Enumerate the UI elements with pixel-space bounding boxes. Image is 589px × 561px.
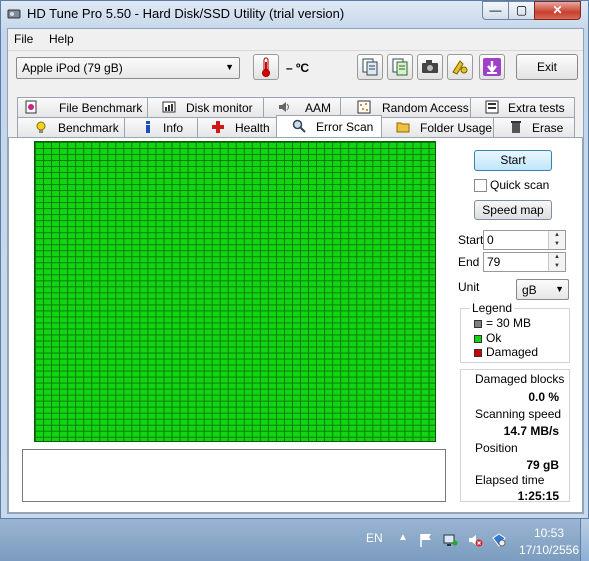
copy-text-button[interactable]: [387, 54, 413, 80]
update-icon[interactable]: [491, 532, 507, 548]
tab-extra-tests[interactable]: Extra tests: [470, 97, 575, 117]
health-cross-icon: [212, 121, 224, 133]
lightbulb-icon: [36, 121, 46, 133]
title-bar[interactable]: HD Tune Pro 5.50 - Hard Disk/SSD Utility…: [1, 1, 589, 27]
tab-health[interactable]: Health: [197, 117, 277, 137]
random-access-icon: [357, 100, 371, 114]
legend-swatch-ok: [474, 335, 482, 343]
legend-item-ok: Ok: [486, 331, 502, 345]
language-indicator[interactable]: EN: [366, 531, 383, 545]
quick-scan-label: Quick scan: [490, 178, 550, 192]
chevron-down-icon: ▼: [225, 62, 234, 72]
maximize-button[interactable]: ▢: [508, 1, 535, 20]
temperature-button[interactable]: [253, 54, 279, 80]
damaged-blocks-label: Damaged blocks: [475, 372, 565, 386]
tab-disk-monitor[interactable]: Disk monitor: [147, 97, 264, 117]
elapsed-time-label: Elapsed time: [475, 473, 545, 487]
tab-erase[interactable]: Erase: [493, 117, 575, 137]
clock-date[interactable]: 17/10/2556: [514, 543, 584, 557]
folder-icon: [396, 122, 410, 133]
scanning-speed-label: Scanning speed: [475, 407, 562, 421]
start-button[interactable]: Start: [474, 150, 552, 171]
network-icon[interactable]: [442, 532, 458, 548]
legend-swatch-block: [474, 320, 482, 328]
stats-box: Damaged blocks 0.0 % Scanning speed 14.7…: [460, 369, 570, 503]
copy-text-icon: [392, 58, 408, 76]
block-map-grid: [34, 141, 436, 442]
taskbar: EN ▲ 10:53 17/10/2556: [0, 519, 589, 561]
disk-monitor-icon: [162, 101, 176, 113]
save-icon: [483, 58, 501, 76]
magnifier-icon: [292, 119, 306, 133]
tab-error-scan[interactable]: Error Scan: [276, 115, 382, 137]
screenshot-button[interactable]: [417, 54, 443, 80]
legend-box: Legend = 30 MB Ok Damaged: [460, 301, 570, 363]
volume-muted-icon[interactable]: [467, 532, 483, 548]
exit-button[interactable]: Exit: [516, 54, 578, 80]
thermometer-icon: [262, 57, 270, 77]
error-scan-panel: Start Quick scan Speed map Start 0 ▲ ▼ En…: [8, 137, 583, 513]
show-desktop-button[interactable]: [580, 519, 589, 561]
scanning-speed-value: 14.7 MB/s: [503, 424, 559, 438]
save-button[interactable]: [479, 54, 505, 80]
menu-help[interactable]: Help: [49, 32, 74, 46]
drive-select-value: Apple iPod (79 gB): [22, 61, 123, 75]
quick-scan-checkbox[interactable]: [474, 179, 487, 192]
hdtune-app-icon: [7, 9, 21, 19]
tab-random-access[interactable]: Random Access: [340, 97, 471, 117]
damaged-blocks-value: 0.0 %: [528, 390, 559, 404]
unit-select[interactable]: gB ▼: [516, 279, 569, 300]
options-button[interactable]: [447, 54, 473, 80]
clock-time[interactable]: 10:53: [524, 526, 574, 540]
tab-file-benchmark[interactable]: File Benchmark: [17, 97, 148, 117]
legend-swatch-damaged: [474, 349, 482, 357]
start-spinbox[interactable]: 0 ▲ ▼: [483, 230, 566, 250]
client-area: File Help Apple iPod (79 gB) ▼ – ºC Exit…: [7, 28, 584, 514]
info-icon: [146, 121, 150, 133]
legend-item-damaged: Damaged: [486, 345, 539, 359]
end-value: 79: [487, 255, 501, 269]
elapsed-time-value: 1:25:15: [517, 489, 559, 503]
start-value: 0: [487, 233, 494, 247]
drive-select[interactable]: Apple iPod (79 gB) ▼: [16, 57, 240, 79]
toolbar: Apple iPod (79 gB) ▼ – ºC Exit: [8, 51, 583, 87]
position-label: Position: [475, 441, 518, 455]
legend-item-block-size: = 30 MB: [486, 316, 532, 330]
copy-info-button[interactable]: [357, 54, 383, 80]
end-label: End: [458, 255, 480, 269]
log-box[interactable]: [22, 449, 446, 502]
action-center-flag-icon[interactable]: [418, 532, 434, 548]
tab-info[interactable]: Info: [124, 117, 198, 137]
speed-map-button[interactable]: Speed map: [474, 200, 552, 220]
temperature-readout: – ºC: [286, 61, 310, 75]
minimize-button[interactable]: —: [482, 1, 509, 20]
app-window: HD Tune Pro 5.50 - Hard Disk/SSD Utility…: [0, 0, 589, 519]
extra-tests-icon: [485, 100, 499, 114]
speaker-icon: [279, 102, 289, 112]
window-title: HD Tune Pro 5.50 - Hard Disk/SSD Utility…: [27, 6, 345, 21]
tab-benchmark[interactable]: Benchmark: [17, 117, 125, 137]
close-button[interactable]: ✕: [534, 1, 581, 20]
start-label: Start: [458, 233, 484, 247]
camera-icon: [422, 60, 438, 73]
tab-aam[interactable]: AAM: [263, 97, 341, 117]
end-spinbox[interactable]: 79 ▲ ▼: [483, 252, 566, 272]
position-value: 79 gB: [526, 458, 559, 472]
menu-file[interactable]: File: [14, 32, 33, 46]
settings-icon: [452, 60, 468, 75]
spin-arrows-icon[interactable]: ▲ ▼: [548, 253, 565, 271]
menu-bar: File Help: [8, 29, 583, 51]
file-benchmark-icon: [25, 100, 37, 114]
legend-title: Legend: [470, 301, 515, 315]
unit-label: Unit: [458, 280, 480, 294]
tab-folder-usage[interactable]: Folder Usage: [381, 117, 494, 137]
unit-value: gB: [522, 283, 537, 297]
spin-arrows-icon[interactable]: ▲ ▼: [548, 231, 565, 249]
show-hidden-icons-icon[interactable]: ▲: [398, 532, 408, 543]
chevron-down-icon: ▼: [555, 284, 564, 294]
copy-info-icon: [362, 58, 378, 76]
trash-icon: [511, 121, 521, 133]
